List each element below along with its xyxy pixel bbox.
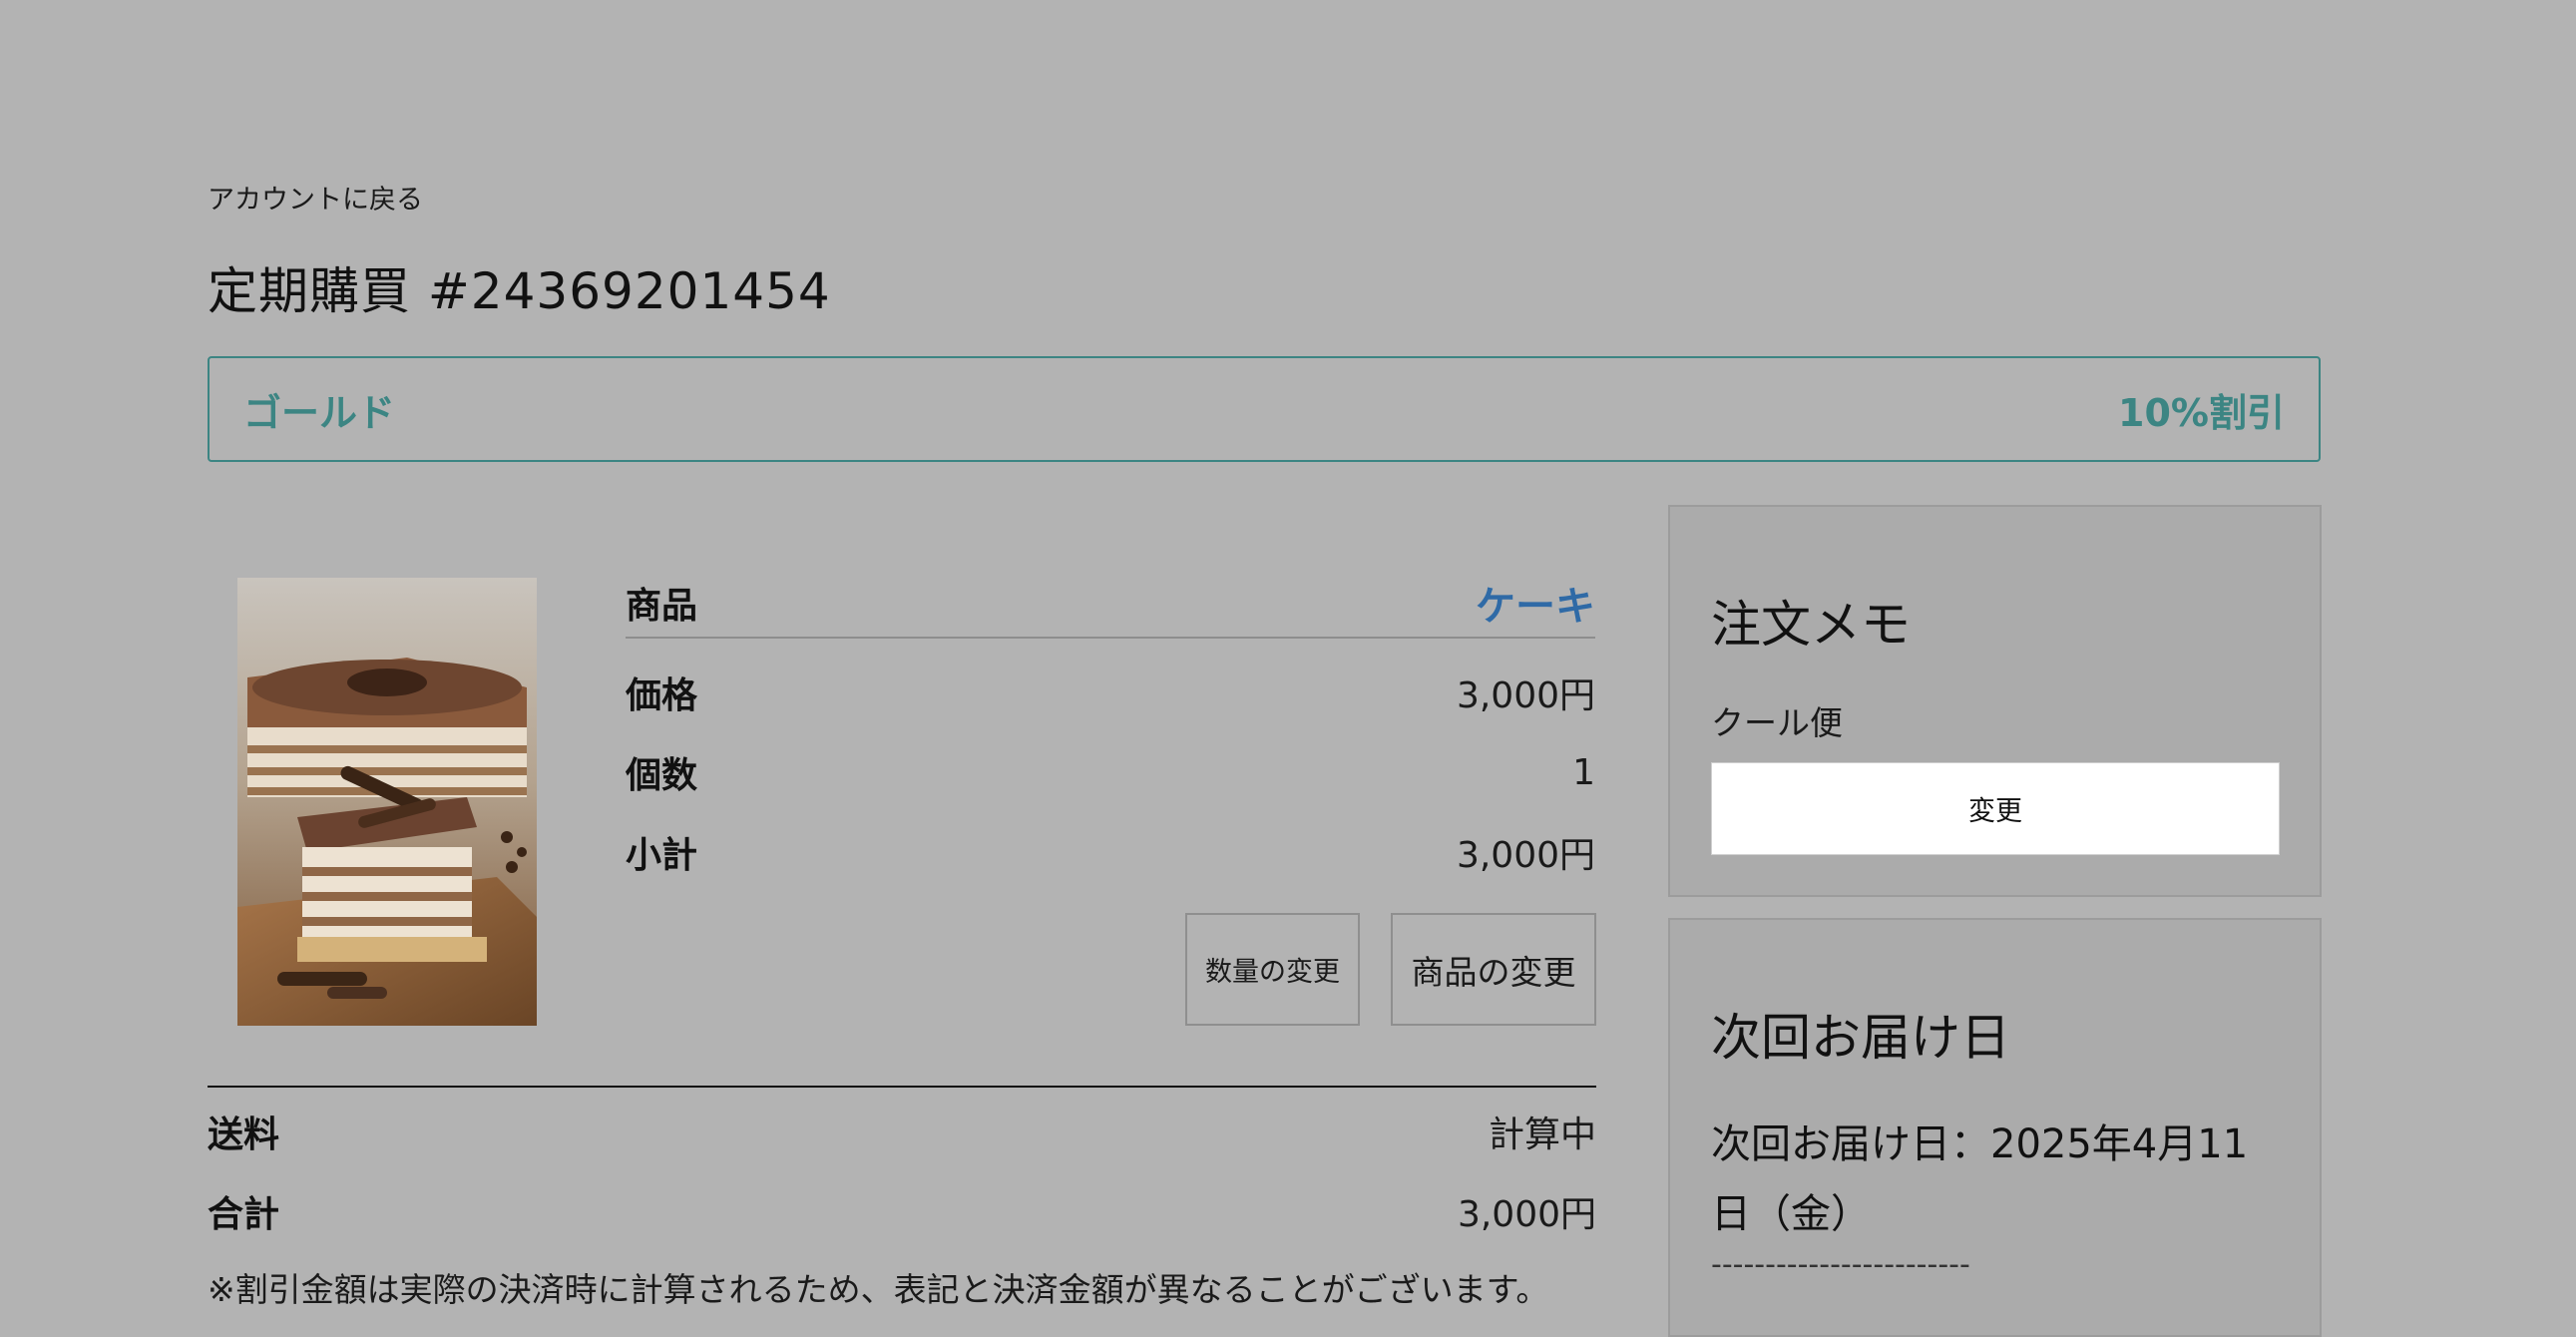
tier-banner: ゴールド 10%割引 xyxy=(208,356,2321,462)
discount-note: ※割引金額は実際の決済時に計算されるため、表記と決済金額が異なることがございます… xyxy=(208,1270,1549,1309)
total-label: 合計 xyxy=(208,1194,280,1235)
tier-name: ゴールド xyxy=(243,390,396,435)
order-memo-title: 注文メモ xyxy=(1711,596,1911,654)
page-title: 定期購買 #24369201454 xyxy=(208,262,831,320)
subscription-page: アカウントに戻る 定期購買 #24369201454 ゴールド 10%割引 商品… xyxy=(0,0,2576,1337)
change-memo-button[interactable]: 変更 xyxy=(1711,762,2280,855)
separator-line: ------------------------ xyxy=(1711,1247,1970,1282)
shipping-label: 送料 xyxy=(208,1114,280,1155)
tier-discount: 10%割引 xyxy=(2118,390,2285,435)
subtotal-value: 3,000円 xyxy=(1456,835,1595,876)
change-product-button[interactable]: 商品の変更 xyxy=(1391,913,1596,1026)
quantity-value: 1 xyxy=(1572,751,1595,793)
subtotal-row: 小計 3,000円 xyxy=(626,824,1595,880)
summary-divider xyxy=(208,1086,1596,1088)
order-memo-card: 注文メモ クール便 変更 xyxy=(1668,505,2322,897)
shipping-value: 計算中 xyxy=(1488,1114,1596,1155)
subtotal-label: 小計 xyxy=(626,835,698,876)
order-memo-text: クール便 xyxy=(1711,703,1843,742)
cake-photo xyxy=(237,578,537,1026)
price-row: 価格 3,000円 xyxy=(626,665,1595,720)
quantity-row: 個数 1 xyxy=(626,744,1595,800)
next-delivery-card: 次回お届け日 次回お届け日：2025年4月11日（金） ------------… xyxy=(1668,918,2322,1337)
change-quantity-button[interactable]: 数量の変更 xyxy=(1185,913,1360,1026)
next-delivery-date: 次回お届け日：2025年4月11日（金） xyxy=(1711,1121,2249,1237)
product-name-link[interactable]: ケーキ xyxy=(1476,574,1595,632)
total-value: 3,000円 xyxy=(1457,1194,1596,1235)
quantity-label: 個数 xyxy=(626,755,698,796)
next-delivery-title: 次回お届け日 xyxy=(1711,1009,2010,1067)
back-to-account-link[interactable]: アカウントに戻る xyxy=(208,178,423,217)
product-row: 商品 ケーキ xyxy=(626,569,1595,639)
price-label: 価格 xyxy=(626,675,698,716)
total-row: 合計 3,000円 xyxy=(208,1185,1596,1237)
price-value: 3,000円 xyxy=(1456,675,1595,716)
shipping-row: 送料 計算中 xyxy=(208,1106,1596,1157)
product-details: 商品 ケーキ 価格 3,000円 個数 1 小計 3,000円 xyxy=(626,569,1595,880)
product-label: 商品 xyxy=(626,586,698,627)
